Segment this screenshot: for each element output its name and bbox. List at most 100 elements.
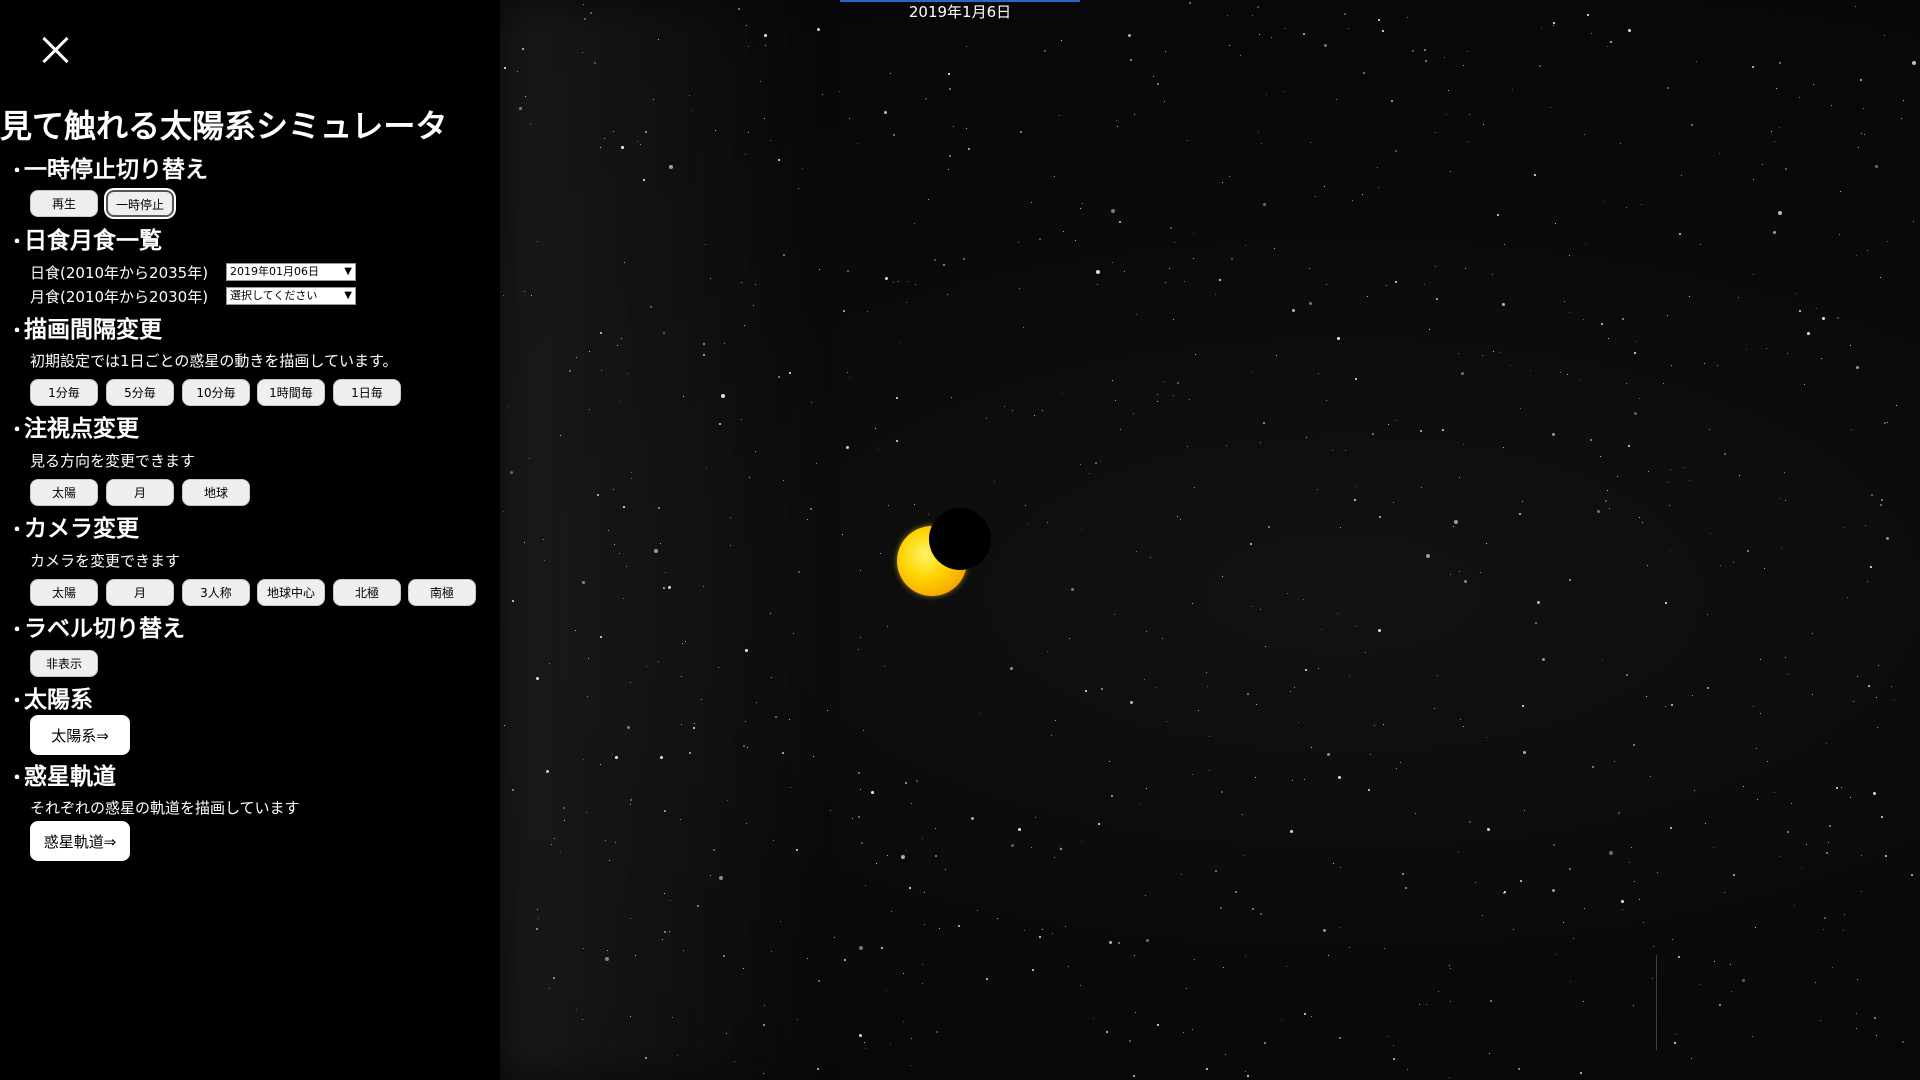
star: [1303, 1012, 1306, 1015]
star: [1771, 130, 1773, 132]
close-icon[interactable]: [38, 33, 72, 67]
star: [1780, 855, 1782, 857]
star: [1289, 829, 1293, 833]
star: [694, 722, 696, 724]
star: [1880, 498, 1883, 501]
star: [1332, 863, 1334, 865]
star: [1475, 882, 1477, 884]
star: [1099, 460, 1101, 462]
star: [1225, 1054, 1227, 1056]
star: [1092, 1017, 1094, 1019]
star: [586, 811, 588, 813]
orbit-link-button[interactable]: 惑星軌道⇒: [30, 821, 130, 861]
star: [1327, 954, 1329, 956]
bullet: ・: [8, 620, 26, 641]
star: [857, 649, 859, 651]
star: [1597, 509, 1601, 513]
star: [659, 542, 661, 544]
star: [949, 87, 951, 90]
star: [1023, 327, 1025, 329]
star: [858, 1033, 862, 1037]
target-earth-button[interactable]: 地球: [182, 479, 250, 506]
star: [524, 542, 526, 544]
solar-system-link-button[interactable]: 太陽系⇒: [30, 715, 130, 755]
interval-10min-button[interactable]: 10分毎: [182, 379, 250, 406]
star: [542, 539, 544, 541]
star: [745, 649, 749, 653]
star: [789, 786, 791, 788]
star: [1309, 301, 1313, 305]
star: [1864, 134, 1866, 136]
interval-1min-button[interactable]: 1分毎: [30, 379, 98, 406]
star: [1785, 657, 1787, 659]
star: [1259, 912, 1262, 915]
star: [612, 754, 614, 756]
star: [543, 559, 545, 561]
solar-eclipse-select[interactable]: 2019年01月06日 ▼: [226, 263, 356, 281]
star: [643, 179, 646, 182]
star: [1763, 568, 1765, 570]
target-moon-button[interactable]: 月: [106, 479, 174, 506]
interval-5min-button[interactable]: 5分毎: [106, 379, 174, 406]
star: [719, 422, 722, 425]
star: [629, 682, 631, 684]
star: [726, 1032, 728, 1034]
star: [504, 724, 506, 726]
chevron-down-icon: ▼: [344, 290, 352, 301]
interval-description: 初期設定では1日ごとの惑星の動きを描画しています。: [30, 352, 398, 370]
star: [1760, 659, 1762, 661]
target-sun-button[interactable]: 太陽: [30, 479, 98, 506]
star: [1335, 99, 1337, 101]
star: [1435, 132, 1437, 134]
star: [1633, 1004, 1635, 1006]
star: [893, 133, 896, 136]
star: [843, 958, 846, 961]
star: [701, 699, 703, 701]
star: [778, 376, 781, 379]
camera-north-pole-button[interactable]: 北極: [333, 579, 401, 606]
interval-1day-button[interactable]: 1日毎: [333, 379, 401, 406]
star: [965, 46, 967, 48]
star: [1775, 88, 1777, 90]
star: [588, 408, 590, 410]
star: [1666, 481, 1668, 483]
star: [1291, 780, 1293, 782]
pause-button[interactable]: 一時停止: [106, 190, 174, 217]
star: [1353, 498, 1356, 501]
star: [896, 439, 899, 442]
star: [819, 269, 821, 270]
star: [1602, 659, 1604, 661]
star: [1351, 199, 1353, 201]
star: [1522, 750, 1526, 754]
star: [1599, 456, 1601, 458]
star: [1886, 422, 1888, 424]
star: [747, 46, 749, 48]
camera-third-person-button[interactable]: 3人称: [182, 579, 250, 606]
star: [682, 949, 684, 951]
star: [1691, 1058, 1693, 1060]
star: [682, 395, 684, 397]
camera-south-pole-button[interactable]: 南極: [408, 579, 476, 606]
star: [1877, 664, 1879, 666]
star: [1504, 243, 1506, 245]
label-hide-button[interactable]: 非表示: [30, 650, 98, 677]
camera-earth-center-button[interactable]: 地球中心: [257, 579, 325, 606]
star: [1569, 980, 1571, 982]
interval-1hour-button[interactable]: 1時間毎: [257, 379, 325, 406]
star: [1693, 789, 1695, 791]
star: [1274, 247, 1276, 249]
star: [614, 841, 616, 843]
star: [1061, 39, 1063, 41]
star: [887, 855, 889, 857]
star: [1206, 672, 1208, 674]
camera-moon-button[interactable]: 月: [106, 579, 174, 606]
star: [1555, 223, 1557, 225]
star: [1120, 428, 1122, 430]
star: [1670, 827, 1673, 830]
play-button[interactable]: 再生: [30, 190, 98, 217]
lunar-eclipse-select[interactable]: 選択してください ▼: [226, 287, 356, 305]
star: [1457, 352, 1459, 354]
camera-sun-button[interactable]: 太陽: [30, 579, 98, 606]
star: [744, 154, 746, 156]
star: [1434, 707, 1436, 709]
